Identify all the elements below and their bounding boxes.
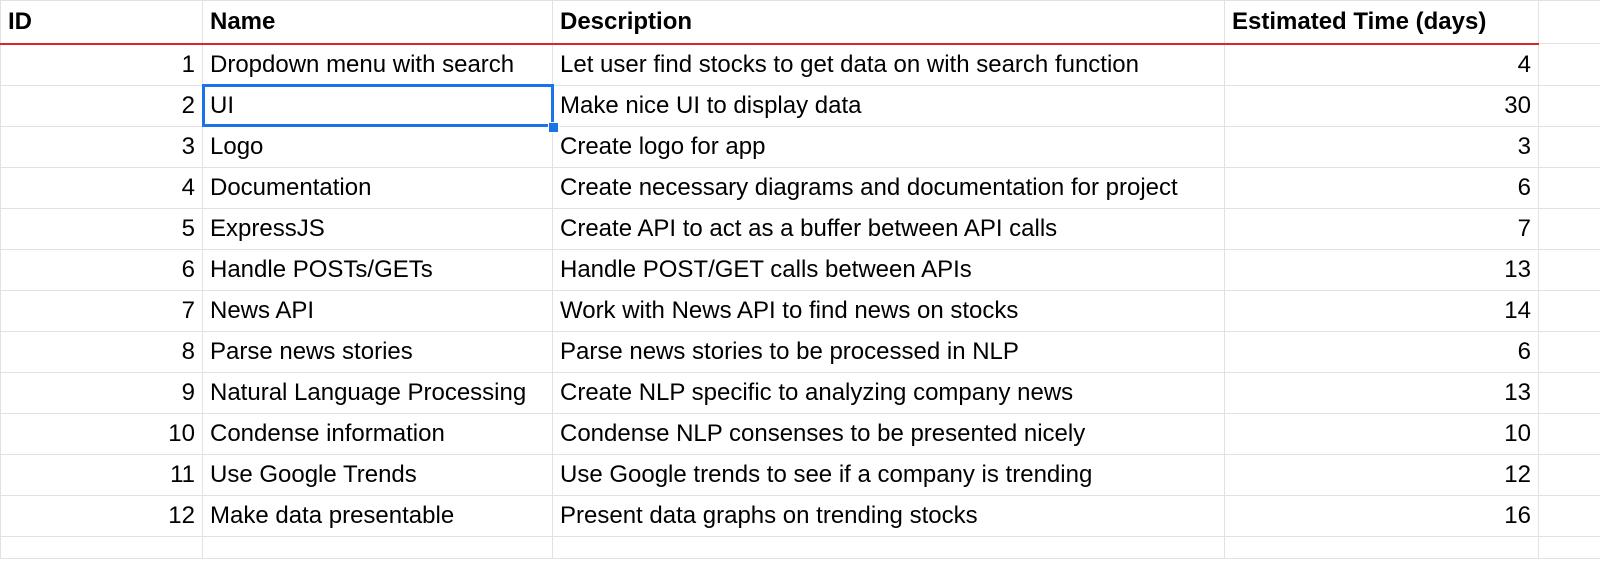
- cell-estimated-time[interactable]: 3: [1224, 125, 1539, 168]
- cell-estimated-time[interactable]: 16: [1224, 494, 1539, 537]
- cell-id[interactable]: 2: [0, 84, 203, 127]
- cell-id[interactable]: 6: [0, 248, 203, 291]
- cell-empty[interactable]: [202, 535, 553, 559]
- cell-name[interactable]: Documentation: [202, 166, 553, 209]
- cell-name[interactable]: Handle POSTs/GETs: [202, 248, 553, 291]
- cell-estimated-time[interactable]: 30: [1224, 84, 1539, 127]
- cell-empty[interactable]: [1538, 125, 1600, 168]
- cell-id[interactable]: 11: [0, 453, 203, 496]
- cell-description[interactable]: Condense NLP consenses to be presented n…: [552, 412, 1225, 455]
- table-row: 6 Handle POSTs/GETs Handle POST/GET calls …: [0, 248, 1600, 291]
- table-row: 9 Natural Language Processing Create NLP s…: [0, 371, 1600, 414]
- header-cell-empty[interactable]: [1538, 0, 1600, 44]
- cell-description[interactable]: Use Google trends to see if a company is…: [552, 453, 1225, 496]
- task-table: ID Name Description Estimated Time (days…: [0, 0, 1600, 559]
- cell-name[interactable]: Dropdown menu with search: [202, 43, 553, 86]
- table-row: 7 News API Work with News API to find news…: [0, 289, 1600, 332]
- header-cell-estimated-time[interactable]: Estimated Time (days): [1224, 0, 1539, 45]
- cell-name[interactable]: Natural Language Processing: [202, 371, 553, 414]
- cell-description[interactable]: Handle POST/GET calls between APIs: [552, 248, 1225, 291]
- cell-id[interactable]: 12: [0, 494, 203, 537]
- cell-estimated-time[interactable]: 12: [1224, 453, 1539, 496]
- cell-empty[interactable]: [1538, 330, 1600, 373]
- cell-estimated-time[interactable]: 4: [1224, 43, 1539, 86]
- cell-description[interactable]: Let user find stocks to get data on with…: [552, 43, 1225, 86]
- header-cell-id[interactable]: ID: [0, 0, 203, 45]
- cell-name[interactable]: Make data presentable: [202, 494, 553, 537]
- cell-empty[interactable]: [1538, 166, 1600, 209]
- table-row: 1 Dropdown menu with search Let user find …: [0, 43, 1600, 86]
- table-row: 3 Logo Create logo for app 3: [0, 125, 1600, 168]
- cell-estimated-time[interactable]: 13: [1224, 248, 1539, 291]
- cell-estimated-time[interactable]: 10: [1224, 412, 1539, 455]
- cell-name[interactable]: Parse news stories: [202, 330, 553, 373]
- table-body: 1 Dropdown menu with search Let user find …: [0, 43, 1600, 559]
- cell-description[interactable]: Create NLP specific to analyzing company…: [552, 371, 1225, 414]
- cell-description[interactable]: Make nice UI to display data: [552, 84, 1225, 127]
- cell-estimated-time[interactable]: 13: [1224, 371, 1539, 414]
- cell-empty[interactable]: [552, 535, 1225, 559]
- cell-id[interactable]: 1: [0, 43, 203, 86]
- cell-name[interactable]: Logo: [202, 125, 553, 168]
- cell-empty[interactable]: [0, 535, 203, 559]
- header-cell-name[interactable]: Name: [202, 0, 553, 45]
- cell-empty[interactable]: [1538, 535, 1600, 559]
- cell-name[interactable]: News API: [202, 289, 553, 332]
- cell-id[interactable]: 3: [0, 125, 203, 168]
- cell-empty[interactable]: [1538, 412, 1600, 455]
- cell-description[interactable]: Create API to act as a buffer between AP…: [552, 207, 1225, 250]
- cell-empty[interactable]: [1538, 289, 1600, 332]
- cell-estimated-time[interactable]: 14: [1224, 289, 1539, 332]
- header-row: ID Name Description Estimated Time (days…: [0, 0, 1600, 45]
- table-row: 10 Condense information Condense NLP conse…: [0, 412, 1600, 455]
- table-row: 4 Documentation Create necessary diagrams …: [0, 166, 1600, 209]
- cell-estimated-time[interactable]: 7: [1224, 207, 1539, 250]
- cell-estimated-time[interactable]: 6: [1224, 166, 1539, 209]
- cell-id[interactable]: 7: [0, 289, 203, 332]
- cell-description[interactable]: Parse news stories to be processed in NL…: [552, 330, 1225, 373]
- cell-empty[interactable]: [1538, 43, 1600, 86]
- cell-description[interactable]: Create logo for app: [552, 125, 1225, 168]
- header-cell-description[interactable]: Description: [552, 0, 1225, 45]
- cell-empty[interactable]: [1538, 207, 1600, 250]
- table-row: 5 ExpressJS Create API to act as a buffer …: [0, 207, 1600, 250]
- cell-id[interactable]: 8: [0, 330, 203, 373]
- cell-name[interactable]: UI: [201, 84, 559, 133]
- cell-description[interactable]: Present data graphs on trending stocks: [552, 494, 1225, 537]
- cell-id[interactable]: 4: [0, 166, 203, 209]
- cell-name[interactable]: Condense information: [202, 412, 553, 455]
- cell-description[interactable]: Create necessary diagrams and documentat…: [552, 166, 1225, 209]
- table-row: 11 Use Google Trends Use Google trends to …: [0, 453, 1600, 496]
- table-row: 12 Make data presentable Present data grap…: [0, 494, 1600, 537]
- cell-id[interactable]: 9: [0, 371, 203, 414]
- fill-handle[interactable]: [548, 121, 559, 133]
- cell-empty[interactable]: [1538, 84, 1600, 127]
- cell-empty[interactable]: [1538, 494, 1600, 537]
- table-row: 2 UI Make nice UI to display data 30: [0, 84, 1600, 133]
- cell-empty[interactable]: [1538, 371, 1600, 414]
- cell-empty[interactable]: [1538, 248, 1600, 291]
- cell-estimated-time[interactable]: 6: [1224, 330, 1539, 373]
- cell-name[interactable]: Use Google Trends: [202, 453, 553, 496]
- cell-name[interactable]: ExpressJS: [202, 207, 553, 250]
- cell-id[interactable]: 10: [0, 412, 203, 455]
- table-row: 8 Parse news stories Parse news stories to…: [0, 330, 1600, 373]
- spreadsheet-grid: ID Name Description Estimated Time (days…: [0, 0, 1600, 566]
- empty-row: [0, 535, 1600, 559]
- cell-empty[interactable]: [1224, 535, 1539, 559]
- cell-empty[interactable]: [1538, 453, 1600, 496]
- cell-description[interactable]: Work with News API to find news on stock…: [552, 289, 1225, 332]
- cell-id[interactable]: 5: [0, 207, 203, 250]
